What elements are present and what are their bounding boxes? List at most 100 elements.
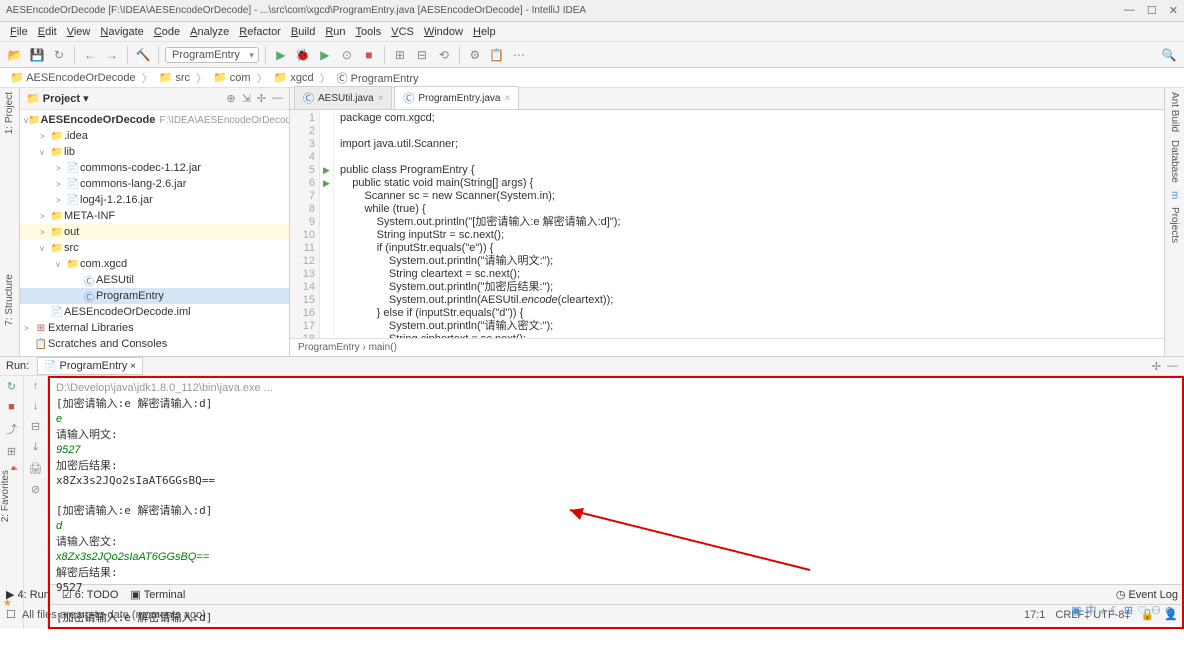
- sidebar-tab-database[interactable]: Database: [1169, 140, 1180, 183]
- open-icon[interactable]: 📂: [6, 46, 24, 64]
- sidebar-tab-project[interactable]: 1: Project: [4, 92, 15, 134]
- scroll-icon[interactable]: ⤓: [33, 441, 38, 454]
- menu-build[interactable]: Build: [287, 24, 319, 40]
- forward-icon[interactable]: →: [103, 46, 121, 64]
- run-config-selector[interactable]: ProgramEntry: [165, 47, 259, 63]
- sidebar-tab-ant[interactable]: Ant Build: [1169, 92, 1180, 132]
- clear-icon[interactable]: ⊘: [31, 483, 40, 496]
- exit-icon[interactable]: ⤴: [6, 421, 17, 437]
- menu-analyze[interactable]: Analyze: [186, 24, 233, 40]
- action6-icon[interactable]: ⚇: [1151, 604, 1161, 619]
- action4-icon[interactable]: ⊞: [1124, 604, 1133, 619]
- coverage-icon[interactable]: ▶: [316, 46, 334, 64]
- editor-tab[interactable]: ⒸProgramEntry.java×: [394, 86, 519, 109]
- sidebar-tab-structure[interactable]: 7: Structure: [4, 274, 15, 326]
- run-header: Run: 📄 ProgramEntry × ✢ —: [0, 357, 1184, 376]
- project-view-selector[interactable]: 📁 Project ▾: [26, 92, 89, 105]
- tree-item[interactable]: >📄 log4j-1.2.16.jar: [20, 192, 289, 208]
- tree-scratches[interactable]: 📋 Scratches and Consoles: [20, 336, 289, 352]
- menu-run[interactable]: Run: [321, 24, 349, 40]
- search-icon[interactable]: 🔍: [1160, 46, 1178, 64]
- tree-item[interactable]: >📄 commons-lang-2.6.jar: [20, 176, 289, 192]
- refresh-icon[interactable]: ↻: [50, 46, 68, 64]
- settings-icon[interactable]: ✢: [257, 92, 266, 105]
- crumb-4[interactable]: Ⓒ ProgramEntry: [333, 69, 423, 87]
- settings-icon[interactable]: ⚙: [466, 46, 484, 64]
- tree-item[interactable]: >📁 out: [20, 224, 289, 240]
- console-output[interactable]: D:\Develop\java\jdk1.8.0_112\bin\java.ex…: [48, 376, 1184, 629]
- close-icon[interactable]: ✕: [1169, 4, 1178, 17]
- menu-code[interactable]: Code: [150, 24, 184, 40]
- tree-item[interactable]: v📁 src: [20, 240, 289, 256]
- code-editor[interactable]: 1234567891011121314151617181920212223242…: [290, 110, 1164, 338]
- menu-help[interactable]: Help: [469, 24, 500, 40]
- code-content[interactable]: package com.xgcd; import java.util.Scann…: [334, 110, 1164, 338]
- sidebar-tab-favorites[interactable]: 2: Favorites: [0, 470, 11, 522]
- filter-icon[interactable]: ▣: [1071, 604, 1081, 619]
- tree-item[interactable]: v📁 lib: [20, 144, 289, 160]
- hide-icon[interactable]: —: [272, 92, 283, 105]
- project-tree[interactable]: v📁 AESEncodeOrDecodeF:\IDEA\AESEncodeOrD…: [20, 110, 289, 356]
- crumb-3[interactable]: 📁 xgcd: [270, 70, 318, 85]
- build-icon[interactable]: 🔨: [134, 46, 152, 64]
- stop-icon[interactable]: ■: [8, 401, 15, 413]
- collapse-icon[interactable]: ⇲: [242, 92, 251, 105]
- more-icon[interactable]: ⋯: [510, 46, 528, 64]
- wrap-icon[interactable]: ⊟: [31, 420, 40, 433]
- action7-icon[interactable]: ⊕: [1165, 604, 1174, 619]
- run-icon[interactable]: ▶: [272, 46, 290, 64]
- crumb-2[interactable]: 📁 com: [209, 70, 255, 85]
- debug-icon[interactable]: 🐞: [294, 46, 312, 64]
- print-icon[interactable]: 🖨: [29, 462, 43, 475]
- menu-file[interactable]: File: [6, 24, 32, 40]
- crumb-0[interactable]: 📁 AESEncodeOrDecode: [6, 70, 140, 85]
- gear-icon[interactable]: ✢: [1152, 360, 1161, 373]
- sidebar-tab-m[interactable]: m: [1169, 191, 1180, 199]
- editor-breadcrumb[interactable]: ProgramEntry › main(): [290, 338, 1164, 356]
- tab-run[interactable]: ▶ 4: Run: [6, 588, 50, 601]
- crumb-1[interactable]: 📁 src: [155, 70, 194, 85]
- run-tab[interactable]: 📄 ProgramEntry ×: [37, 357, 143, 375]
- tree-item[interactable]: Ⓒ ProgramEntry: [20, 288, 289, 304]
- back-icon[interactable]: ←: [81, 46, 99, 64]
- action1-icon[interactable]: 中: [1085, 604, 1096, 619]
- menu-tools[interactable]: Tools: [352, 24, 386, 40]
- down-icon[interactable]: ↓: [33, 400, 39, 412]
- menu-vcs[interactable]: VCS: [387, 24, 418, 40]
- target-icon[interactable]: ⊕: [226, 92, 235, 105]
- maximize-icon[interactable]: ☐: [1147, 4, 1157, 17]
- status-icon[interactable]: ☐: [6, 608, 16, 621]
- hierarchy-icon[interactable]: ⊟: [413, 46, 431, 64]
- tree-ext-lib[interactable]: >⊞ External Libraries: [20, 320, 289, 336]
- run-gutter[interactable]: ▶▶: [320, 110, 334, 338]
- action2-icon[interactable]: ♪: [1100, 604, 1106, 619]
- minimize-icon[interactable]: —: [1124, 4, 1135, 17]
- tree-root[interactable]: v📁 AESEncodeOrDecodeF:\IDEA\AESEncodeOrD…: [20, 112, 289, 128]
- menu-view[interactable]: View: [63, 24, 95, 40]
- sync-icon[interactable]: ⟲: [435, 46, 453, 64]
- profile-icon[interactable]: ⊙: [338, 46, 356, 64]
- up-icon[interactable]: ↑: [33, 380, 39, 392]
- tree-item[interactable]: Ⓒ AESUtil: [20, 272, 289, 288]
- tree-item[interactable]: 📄 AESEncodeOrDecode.iml: [20, 304, 289, 320]
- menu-edit[interactable]: Edit: [34, 24, 61, 40]
- menu-refactor[interactable]: Refactor: [235, 24, 285, 40]
- tree-item[interactable]: >📄 commons-codec-1.12.jar: [20, 160, 289, 176]
- sidebar-tab-projects[interactable]: Projects: [1169, 207, 1180, 243]
- tree-item[interactable]: >📁 META-INF: [20, 208, 289, 224]
- stop-icon[interactable]: ■: [360, 46, 378, 64]
- editor-tab[interactable]: ⒸAESUtil.java×: [294, 86, 392, 109]
- layout-icon[interactable]: ⊞: [7, 445, 16, 458]
- structure-icon[interactable]: ⊞: [391, 46, 409, 64]
- rerun-icon[interactable]: ↻: [7, 380, 16, 393]
- console-actions: ▣ 中 ♪ ☾ ⊞ ♡ ⚇ ⊕: [1071, 604, 1174, 619]
- save-icon[interactable]: 💾: [28, 46, 46, 64]
- action3-icon[interactable]: ☾: [1110, 604, 1120, 619]
- tree-item[interactable]: >📁 .idea: [20, 128, 289, 144]
- menu-navigate[interactable]: Navigate: [96, 24, 147, 40]
- tree-item[interactable]: v📁 com.xgcd: [20, 256, 289, 272]
- hide-icon[interactable]: —: [1167, 360, 1178, 373]
- action5-icon[interactable]: ♡: [1137, 604, 1147, 619]
- project-structure-icon[interactable]: 📋: [488, 46, 506, 64]
- menu-window[interactable]: Window: [420, 24, 467, 40]
